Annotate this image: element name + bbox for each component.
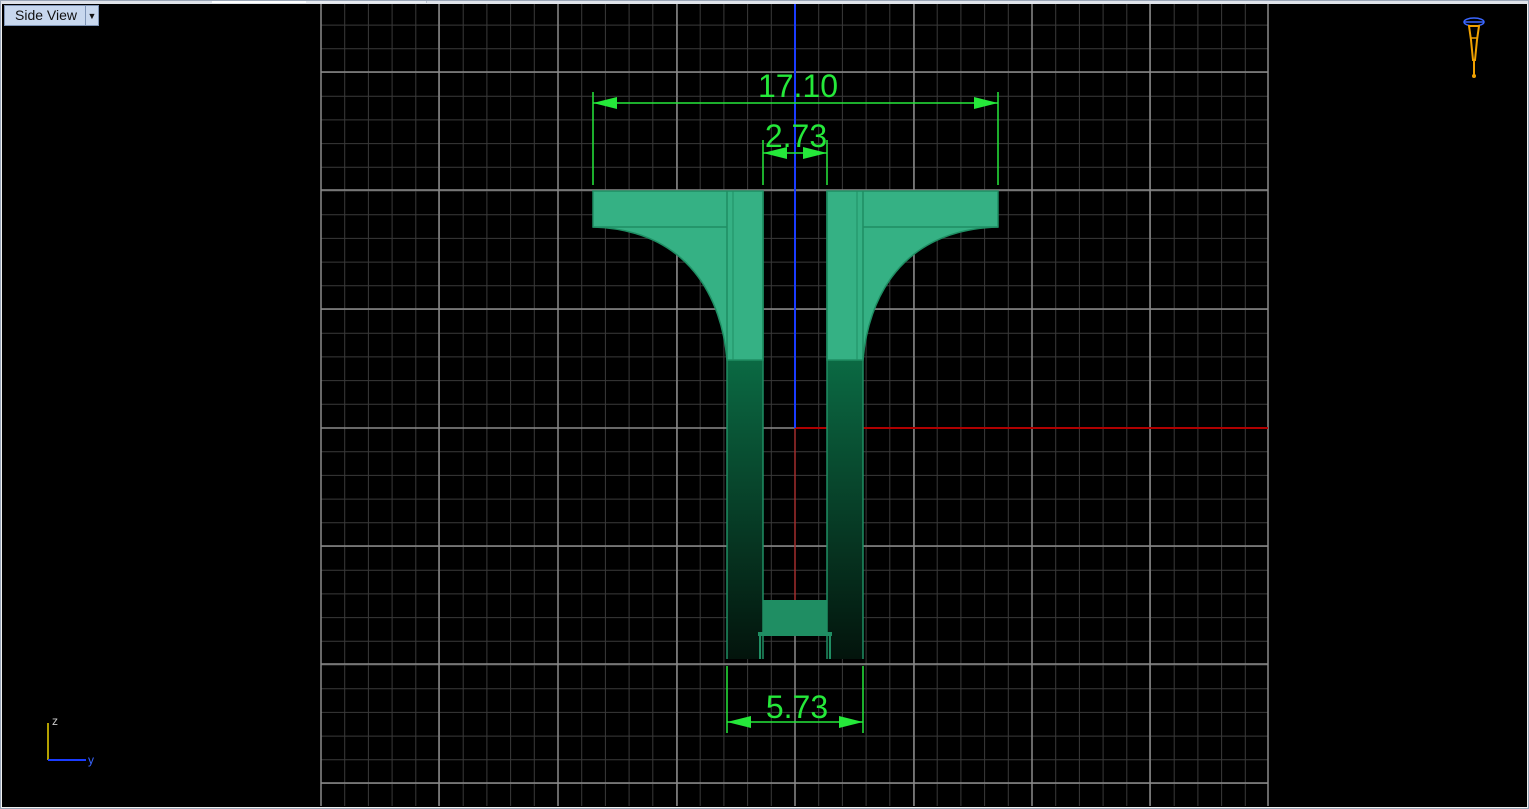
y-axis-label: y xyxy=(88,753,94,767)
camera-icon[interactable] xyxy=(1463,17,1485,78)
z-axis-label: z xyxy=(52,714,58,728)
dimension-label: 2.73 xyxy=(765,118,827,154)
viewport-title-tab[interactable]: Side View ▼ xyxy=(4,5,100,26)
tab-strip-item[interactable] xyxy=(212,0,307,3)
axis-widget: z y xyxy=(47,714,94,767)
viewport-title[interactable]: Side View xyxy=(4,5,86,26)
bottom-clip[interactable] xyxy=(763,600,827,632)
dimension-label: 17.10 xyxy=(758,68,838,104)
chevron-down-icon[interactable]: ▼ xyxy=(85,5,100,26)
viewport-side-view[interactable]: 17.10 2.73 5.73 z y xyxy=(2,4,1527,807)
left-flange[interactable] xyxy=(592,190,764,361)
viewport-canvas[interactable]: 17.10 2.73 5.73 z y xyxy=(2,4,1527,807)
tab-strip-item[interactable] xyxy=(306,0,427,3)
right-flange[interactable] xyxy=(826,190,999,361)
dimension-label: 5.73 xyxy=(766,689,828,725)
